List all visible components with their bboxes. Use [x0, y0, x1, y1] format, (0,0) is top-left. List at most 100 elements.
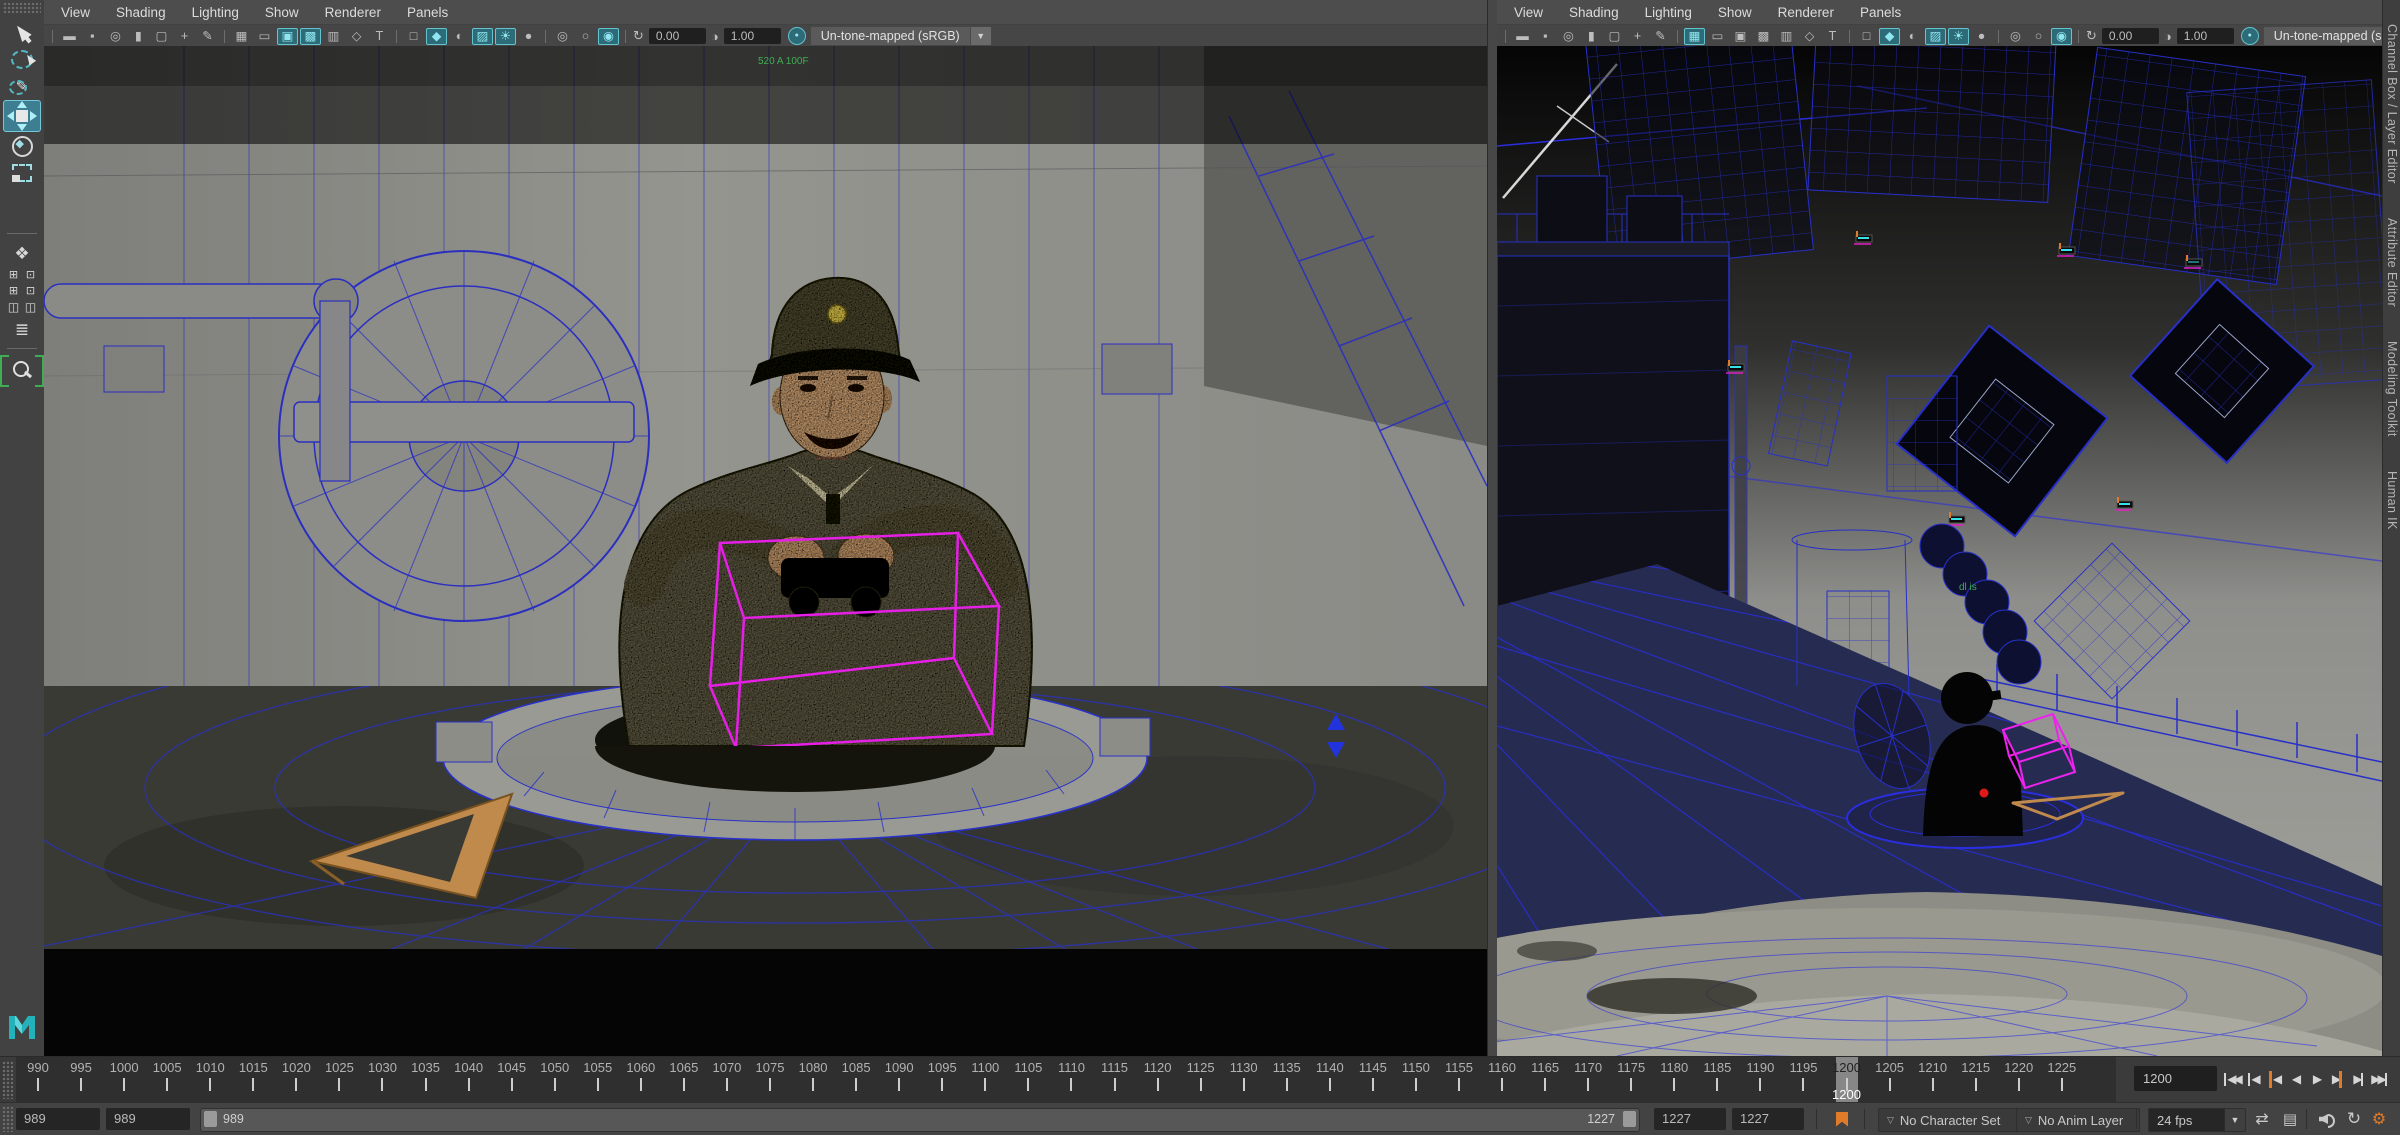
- move-tool[interactable]: [3, 100, 41, 132]
- gate-mask-icon[interactable]: ▩: [1753, 28, 1774, 45]
- menu-show[interactable]: Show: [1705, 5, 1765, 20]
- range-slider[interactable]: 989 1227: [200, 1108, 1640, 1132]
- lock-camera-icon[interactable]: ▪: [82, 28, 103, 45]
- viewport-right-scene[interactable]: dl is: [1497, 46, 2382, 1056]
- safe-action-icon[interactable]: ◇: [346, 28, 367, 45]
- auto-key-icon[interactable]: ⚙: [2366, 1108, 2392, 1130]
- safe-title-icon[interactable]: T: [1822, 28, 1843, 45]
- pan-zoom-icon[interactable]: +: [1627, 28, 1648, 45]
- textured-icon[interactable]: ▨: [472, 28, 493, 45]
- loop-playback-icon[interactable]: ⇄: [2250, 1108, 2274, 1130]
- bookmark-view-icon[interactable]: ▮: [128, 28, 149, 45]
- pan-zoom-icon[interactable]: +: [174, 28, 195, 45]
- single-pane-layout[interactable]: ❖: [5, 240, 39, 266]
- time-slider-track[interactable]: 9909951000100510101015102010251030103510…: [16, 1057, 2116, 1103]
- safe-action-icon[interactable]: ◇: [1799, 28, 1820, 45]
- resolution-gate-icon[interactable]: ▣: [1730, 28, 1751, 45]
- menu-show[interactable]: Show: [252, 5, 312, 20]
- exposure-field[interactable]: 0.00: [649, 28, 706, 44]
- safe-title-icon[interactable]: T: [369, 28, 390, 45]
- pane-layout-split[interactable]: ⊡: [23, 284, 38, 298]
- menu-shading[interactable]: Shading: [103, 5, 179, 20]
- step-back-one-frame-button[interactable]: ◀: [2264, 1064, 2284, 1094]
- color-management-toggle[interactable]: ●: [788, 27, 806, 45]
- playback-speed-icon[interactable]: ↻: [2342, 1108, 2366, 1130]
- shadows-icon[interactable]: ●: [1971, 28, 1992, 45]
- pane-layout-persp-side[interactable]: ⊞: [6, 284, 21, 298]
- gamma-icon[interactable]: ◑: [2164, 29, 2172, 44]
- paint-select-tool[interactable]: ✎: [5, 73, 39, 99]
- lock-camera-icon[interactable]: ▪: [1535, 28, 1556, 45]
- grease-pencil-icon[interactable]: ✎: [1650, 28, 1671, 45]
- range-start-handle[interactable]: [204, 1111, 217, 1127]
- exposure-field[interactable]: 0.00: [2102, 28, 2159, 44]
- menu-panels[interactable]: Panels: [1847, 5, 1914, 20]
- camera-attributes-icon[interactable]: ◎: [1558, 28, 1579, 45]
- current-frame-field[interactable]: 1200: [2134, 1066, 2217, 1091]
- fps-dropdown[interactable]: 24 fps ▼: [2148, 1108, 2246, 1132]
- gamma-field[interactable]: 1.00: [724, 28, 781, 44]
- film-gate-icon[interactable]: ▭: [254, 28, 275, 45]
- menu-renderer[interactable]: Renderer: [312, 5, 394, 20]
- go-to-start-button[interactable]: ◀◀: [2222, 1064, 2242, 1094]
- step-forward-one-key-button[interactable]: ▶: [2348, 1064, 2368, 1094]
- wireframe-icon[interactable]: □: [403, 28, 424, 45]
- go-to-end-button[interactable]: ▶▶: [2369, 1064, 2389, 1094]
- menu-lighting[interactable]: Lighting: [1632, 5, 1705, 20]
- camera-attributes-icon[interactable]: ◎: [105, 28, 126, 45]
- gamma-icon[interactable]: ◑: [711, 29, 719, 44]
- grid-icon[interactable]: ▦: [1684, 28, 1705, 45]
- side-tab-modeling-toolkit[interactable]: Modeling Toolkit: [2383, 331, 2400, 447]
- view-transform-dropdown[interactable]: Un-tone-mapped (sRGB) ▼: [810, 26, 992, 46]
- bookmark-view-icon[interactable]: ▮: [1581, 28, 1602, 45]
- side-tab-channel-box-layer-editor[interactable]: Channel Box / Layer Editor: [2383, 14, 2400, 194]
- four-pane-layout[interactable]: ⊞: [6, 268, 21, 282]
- animation-end-field[interactable]: 1227: [1732, 1108, 1804, 1130]
- side-tab-human-ik[interactable]: Human IK: [2383, 461, 2400, 540]
- right-scene-canvas[interactable]: dl is: [1497, 46, 2382, 1056]
- time-slider-grip[interactable]: [2, 1061, 13, 1099]
- side-tab-attribute-editor[interactable]: Attribute Editor: [2383, 208, 2400, 317]
- range-end-handle[interactable]: [1623, 1111, 1636, 1127]
- camera-icon[interactable]: ▬: [59, 28, 80, 45]
- lighting-icon[interactable]: ☀: [1948, 28, 1969, 45]
- viewport-left-scene[interactable]: 520 A 100F: [44, 46, 1487, 1056]
- wireframe-icon[interactable]: □: [1856, 28, 1877, 45]
- view-transform-dropdown[interactable]: Un-tone-mapped (sRGB): [2263, 26, 2382, 46]
- image-plane-icon[interactable]: ▢: [151, 28, 172, 45]
- xray-icon[interactable]: ◎: [552, 28, 573, 45]
- grease-pencil-icon[interactable]: ✎: [197, 28, 218, 45]
- rotate-tool[interactable]: [5, 133, 39, 159]
- toolbox-grip[interactable]: [3, 2, 41, 13]
- play-backwards-button[interactable]: ◀: [2285, 1064, 2305, 1094]
- left-scene-canvas[interactable]: 520 A 100F: [44, 46, 1487, 1056]
- isolate-select-icon[interactable]: ○: [2028, 28, 2049, 45]
- exposure-icon[interactable]: ↻: [633, 28, 644, 44]
- select-tool[interactable]: [5, 19, 39, 45]
- bookmark-icon[interactable]: [1830, 1108, 1854, 1130]
- resolution-gate-icon[interactable]: ▣: [277, 28, 298, 45]
- grid-icon[interactable]: ▦: [231, 28, 252, 45]
- lighting-icon[interactable]: ☀: [495, 28, 516, 45]
- flat-shade-icon[interactable]: ◐: [449, 28, 470, 45]
- sound-icon[interactable]: [2314, 1108, 2340, 1130]
- screen-magnifier[interactable]: [2, 355, 42, 387]
- playblast-icon[interactable]: ▤: [2278, 1108, 2302, 1130]
- pane-layout-split-right[interactable]: ◫: [23, 300, 38, 314]
- textured-icon[interactable]: ▨: [1925, 28, 1946, 45]
- exposure-icon[interactable]: ↻: [2086, 28, 2097, 44]
- scale-tool[interactable]: [5, 160, 39, 186]
- pane-layout-split-left[interactable]: ◫: [6, 300, 21, 314]
- image-plane-icon[interactable]: ▢: [1604, 28, 1625, 45]
- menu-panels[interactable]: Panels: [394, 5, 461, 20]
- plugin-shading-icon[interactable]: ◉: [598, 28, 619, 45]
- range-slider-grip[interactable]: [2, 1106, 13, 1132]
- character-set-dropdown[interactable]: ▽ No Character Set: [1878, 1108, 2022, 1132]
- shadows-icon[interactable]: ●: [518, 28, 539, 45]
- gamma-field[interactable]: 1.00: [2177, 28, 2234, 44]
- field-chart-icon[interactable]: ▥: [323, 28, 344, 45]
- field-chart-icon[interactable]: ▥: [1776, 28, 1797, 45]
- color-management-toggle[interactable]: ●: [2241, 27, 2259, 45]
- isolate-select-icon[interactable]: ○: [575, 28, 596, 45]
- menu-renderer[interactable]: Renderer: [1765, 5, 1847, 20]
